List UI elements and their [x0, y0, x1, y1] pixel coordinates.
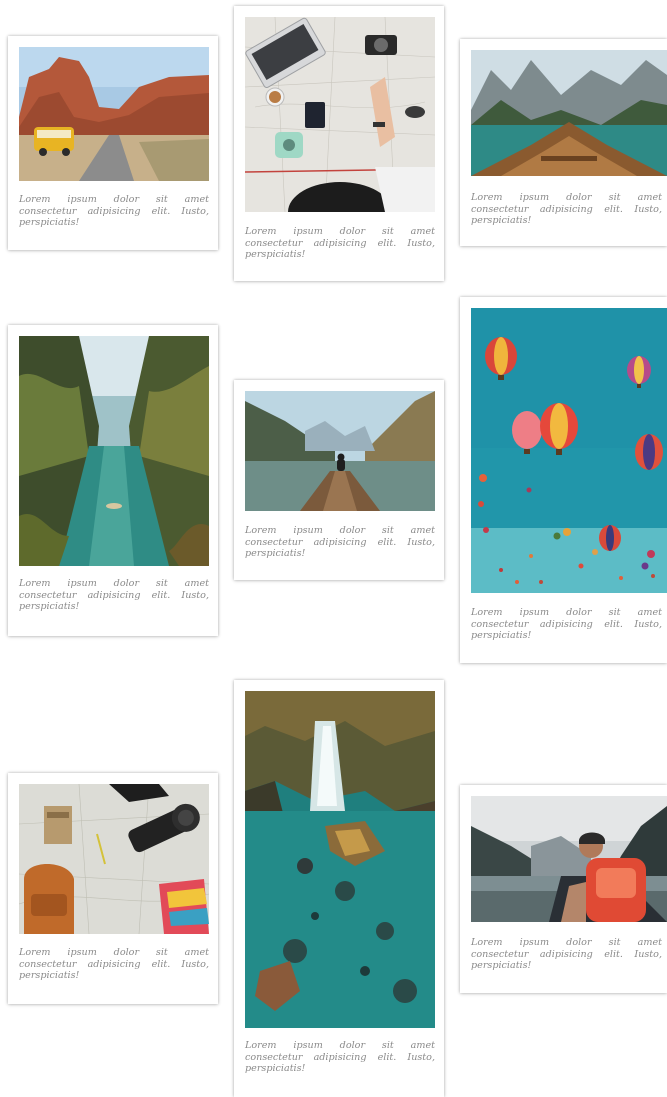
- photo-mountain-pier: [245, 391, 435, 511]
- gallery-card-lake-boat[interactable]: Lorem ipsum dolor sit amet consectetur a…: [460, 39, 667, 246]
- photo-hot-air-balloons: [471, 308, 667, 593]
- card-caption: Lorem ipsum dolor sit amet consectetur a…: [19, 194, 209, 228]
- card-caption: Lorem ipsum dolor sit amet consectetur a…: [245, 525, 435, 559]
- gallery-card-map-camera-flatlay[interactable]: Lorem ipsum dolor sit amet consectetur a…: [8, 773, 218, 1004]
- photo-jungle-river: [19, 336, 209, 566]
- photo-map-camera-flatlay: [19, 784, 209, 934]
- card-caption: Lorem ipsum dolor sit amet consectetur a…: [471, 607, 662, 641]
- card-caption: Lorem ipsum dolor sit amet consectetur a…: [19, 578, 209, 612]
- gallery-card-travel-desk[interactable]: Lorem ipsum dolor sit amet consectetur a…: [234, 6, 444, 281]
- card-caption: Lorem ipsum dolor sit amet consectetur a…: [245, 1040, 435, 1074]
- photo-canyon-road: [19, 47, 209, 181]
- gallery-card-waterfall-lagoon[interactable]: Lorem ipsum dolor sit amet consectetur a…: [234, 680, 444, 1097]
- card-caption: Lorem ipsum dolor sit amet consectetur a…: [471, 937, 662, 971]
- photo-travel-desk: [245, 17, 435, 212]
- card-caption: Lorem ipsum dolor sit amet consectetur a…: [245, 226, 435, 260]
- photo-waterfall-lagoon: [245, 691, 435, 1028]
- photo-lake-boat: [471, 50, 667, 176]
- gallery-card-mountain-pier[interactable]: Lorem ipsum dolor sit amet consectetur a…: [234, 380, 444, 580]
- gallery-card-canyon-road[interactable]: Lorem ipsum dolor sit amet consectetur a…: [8, 36, 218, 250]
- gallery-card-hot-air-balloons[interactable]: Lorem ipsum dolor sit amet consectetur a…: [460, 297, 667, 663]
- card-caption: Lorem ipsum dolor sit amet consectetur a…: [471, 192, 662, 226]
- card-caption: Lorem ipsum dolor sit amet consectetur a…: [19, 947, 209, 981]
- photo-hiker-lake: [471, 796, 667, 922]
- gallery-card-hiker-lake[interactable]: Lorem ipsum dolor sit amet consectetur a…: [460, 785, 667, 993]
- gallery-card-jungle-river[interactable]: Lorem ipsum dolor sit amet consectetur a…: [8, 325, 218, 636]
